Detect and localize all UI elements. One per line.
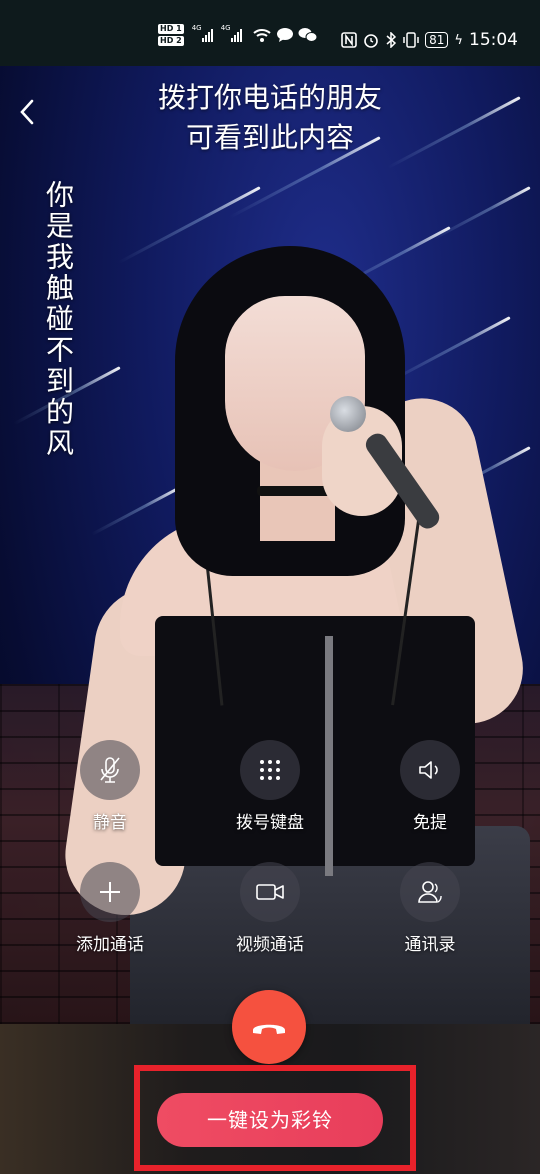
mute-label: 静音 (93, 813, 127, 833)
speaker-button[interactable]: 免提 (360, 740, 500, 833)
wifi-icon (253, 29, 271, 42)
video-call-circle[interactable] (240, 862, 300, 922)
add-call-button[interactable]: 添加通话 (40, 862, 180, 955)
caller-notice: 拨打你电话的朋友 可看到此内容 (100, 78, 440, 158)
notice-line-1: 拨打你电话的朋友 (157, 81, 382, 114)
add-call-label: 添加通话 (76, 935, 144, 955)
speaker-label: 免提 (413, 813, 447, 833)
battery-indicator: 81 (425, 32, 449, 48)
clock: 15:04 (469, 30, 518, 50)
contacts-circle[interactable] (400, 862, 460, 922)
status-bar: HD 1 HD 2 4G 4G 81 ϟ 15:04 (0, 0, 540, 66)
hd1-badge: HD 1 (158, 24, 184, 34)
dialpad-button[interactable]: 拨号键盘 (200, 740, 340, 833)
hang-up-button[interactable] (232, 990, 306, 1064)
plus-icon (100, 882, 120, 902)
message-icon (276, 28, 293, 42)
microphone-muted-icon (100, 757, 120, 783)
speaker-circle[interactable] (400, 740, 460, 800)
contacts-label: 通讯录 (404, 935, 456, 955)
phone-hangup-icon (253, 1024, 285, 1034)
video-call-label: 视频通话 (236, 935, 304, 955)
wechat-icon (298, 28, 318, 42)
mute-button[interactable]: 静音 (40, 740, 180, 833)
dialpad-label: 拨号键盘 (236, 813, 304, 833)
set-ringtone-button[interactable]: 一键设为彩铃 (157, 1093, 383, 1147)
nfc-icon (341, 32, 357, 48)
chevron-left-icon (20, 99, 34, 125)
mute-circle[interactable] (80, 740, 140, 800)
signal1-label: 4G (191, 24, 202, 32)
dialpad-icon (260, 760, 280, 780)
back-button[interactable] (12, 94, 42, 130)
bluetooth-icon (386, 32, 397, 48)
signal2-label: 4G (220, 24, 231, 32)
video-call-button[interactable]: 视频通话 (200, 862, 340, 955)
dialpad-circle[interactable] (240, 740, 300, 800)
add-call-circle[interactable] (80, 862, 140, 922)
video-camera-icon (256, 884, 284, 900)
contacts-icon (418, 881, 442, 903)
status-left: HD 1 HD 2 4G 4G (158, 24, 318, 46)
alarm-icon (364, 34, 378, 48)
hd-indicator: HD 1 HD 2 (158, 24, 184, 46)
lyric-text: 你是我触碰不到的风 (42, 180, 75, 459)
hd2-badge: HD 2 (158, 36, 184, 46)
contacts-button[interactable]: 通讯录 (360, 862, 500, 955)
charging-icon: ϟ (454, 32, 463, 48)
vibrate-icon (403, 32, 419, 48)
speaker-icon (419, 761, 438, 779)
signal-strength-icon-2: 4G (221, 24, 242, 42)
status-right: 81 ϟ 15:04 (341, 30, 518, 50)
signal-strength-icon: 4G (192, 24, 213, 42)
notice-line-2: 可看到此内容 (185, 121, 354, 154)
